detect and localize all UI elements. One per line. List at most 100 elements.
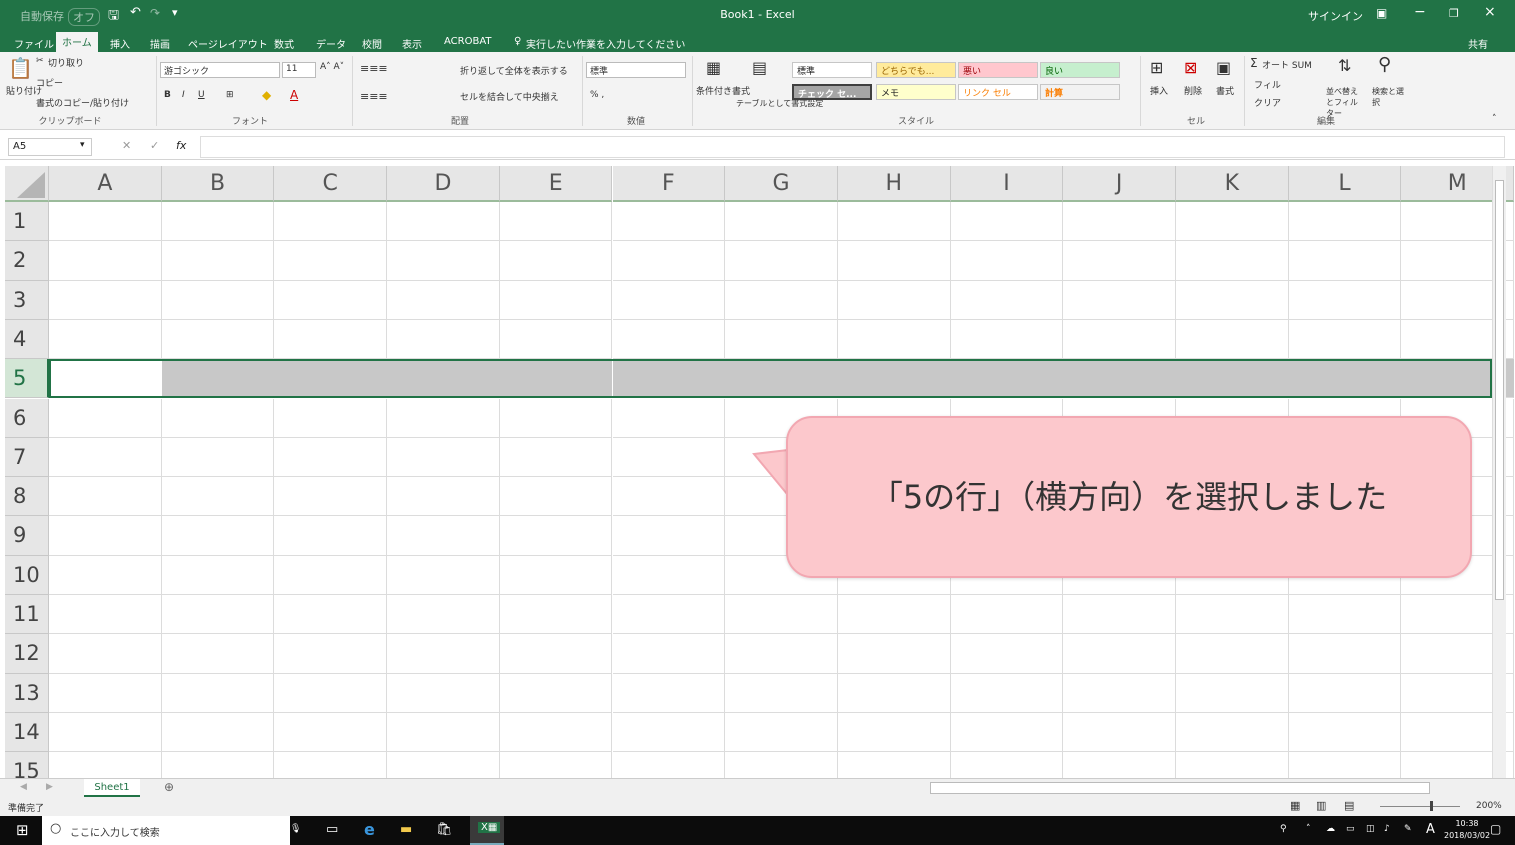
cell-g3[interactable] — [725, 280, 838, 320]
cell-j15[interactable] — [1063, 752, 1176, 778]
cell-e10[interactable] — [499, 555, 613, 595]
microphone-icon[interactable]: 🎙 — [290, 824, 301, 834]
cell-h14[interactable] — [837, 712, 951, 753]
row-header-12[interactable]: 12 — [5, 634, 49, 674]
cell-i13[interactable] — [950, 673, 1064, 713]
delete-cells-button[interactable]: 削除 — [1184, 84, 1202, 97]
cell-a1[interactable] — [49, 202, 162, 242]
cancel-icon[interactable]: ✕ — [122, 139, 131, 152]
cell-k14[interactable] — [1176, 712, 1289, 753]
row-header-11[interactable]: 11 — [5, 595, 49, 635]
cell-l12[interactable] — [1288, 634, 1402, 674]
cell-a15[interactable] — [49, 752, 162, 778]
cell-l1[interactable] — [1288, 202, 1402, 242]
sheet-tab-sheet1[interactable]: Sheet1 — [84, 779, 140, 797]
cell-e9[interactable] — [499, 516, 613, 556]
formula-input[interactable] — [200, 136, 1505, 158]
cell-f14[interactable] — [612, 712, 726, 753]
conditional-format-icon[interactable]: ▦ — [706, 58, 721, 77]
cell-a3[interactable] — [49, 280, 162, 320]
clock-date[interactable]: 2018/03/02 — [1444, 831, 1490, 840]
select-all-button[interactable] — [5, 166, 49, 202]
cell-d15[interactable] — [387, 752, 500, 778]
onedrive-icon[interactable]: ☁ — [1326, 824, 1335, 834]
cell-e14[interactable] — [499, 712, 613, 753]
cell-b9[interactable] — [161, 516, 275, 556]
bold-icon[interactable]: B — [164, 90, 171, 100]
cell-l14[interactable] — [1288, 712, 1402, 753]
font-size-box[interactable]: 11 — [282, 62, 316, 78]
cell-g15[interactable] — [725, 752, 838, 778]
column-header-g[interactable]: G — [725, 166, 838, 202]
tray-chevron-icon[interactable]: ˄ — [1306, 824, 1311, 834]
cell-d3[interactable] — [387, 280, 500, 320]
cell-k15[interactable] — [1176, 752, 1289, 778]
align-top-icon[interactable]: ≡≡≡ — [360, 62, 388, 75]
cell-f10[interactable] — [612, 555, 726, 595]
cell-c9[interactable] — [274, 516, 388, 556]
fill-color-icon[interactable]: ◆ — [262, 88, 271, 102]
sort-filter-icon[interactable]: ⇅ — [1338, 56, 1351, 75]
cell-g1[interactable] — [725, 202, 838, 242]
style-linked-cell[interactable]: リンク セル — [958, 84, 1038, 100]
battery-icon[interactable]: ▭ — [1346, 824, 1355, 834]
cell-l3[interactable] — [1288, 280, 1402, 320]
cell-e6[interactable] — [499, 398, 613, 438]
format-painter-button[interactable]: 書式のコピー/貼り付け — [36, 96, 129, 109]
cell-e3[interactable] — [499, 280, 613, 320]
cell-l5[interactable] — [1288, 359, 1402, 399]
tab-acrobat[interactable]: ACROBAT — [438, 34, 498, 52]
cell-a8[interactable] — [49, 477, 162, 517]
cell-e11[interactable] — [499, 595, 613, 635]
row-header-15[interactable]: 15 — [5, 752, 49, 778]
cell-a14[interactable] — [49, 712, 162, 753]
style-check-cell[interactable]: チェック セ... — [792, 84, 872, 100]
cell-e15[interactable] — [500, 752, 613, 778]
cell-i12[interactable] — [950, 634, 1064, 674]
cell-e5[interactable] — [499, 359, 613, 399]
cell-b3[interactable] — [161, 280, 275, 320]
windows-start-icon[interactable]: ⊞ — [16, 821, 29, 839]
tab-home[interactable]: ホーム — [56, 32, 98, 52]
cell-f11[interactable] — [612, 595, 726, 635]
cell-j3[interactable] — [1063, 280, 1176, 320]
find-select-button[interactable]: 検索と選択 — [1372, 86, 1406, 108]
cell-a11[interactable] — [49, 595, 162, 635]
enter-icon[interactable]: ✓ — [150, 139, 159, 152]
cell-c15[interactable] — [274, 752, 388, 778]
cell-j12[interactable] — [1063, 634, 1176, 674]
cell-j11[interactable] — [1063, 595, 1176, 635]
restore-icon[interactable]: ❐ — [1449, 7, 1459, 20]
zoom-slider[interactable] — [1380, 806, 1460, 807]
row-header-10[interactable]: 10 — [5, 555, 49, 595]
tab-file[interactable]: ファイル — [8, 34, 60, 52]
cell-b5[interactable] — [161, 359, 275, 399]
font-color-icon[interactable]: A — [290, 88, 298, 102]
cell-k13[interactable] — [1176, 673, 1289, 713]
search-icon[interactable]: ⚲ — [1378, 54, 1391, 75]
cell-g2[interactable] — [725, 241, 838, 281]
cell-k1[interactable] — [1176, 202, 1289, 242]
cell-j13[interactable] — [1063, 673, 1176, 713]
cell-i15[interactable] — [951, 752, 1064, 778]
tab-insert[interactable]: 挿入 — [104, 34, 136, 52]
cell-c10[interactable] — [274, 555, 388, 595]
cell-f9[interactable] — [612, 516, 726, 556]
cell-h13[interactable] — [837, 673, 951, 713]
cell-g13[interactable] — [725, 673, 838, 713]
cell-e8[interactable] — [499, 477, 613, 517]
font-name-box[interactable]: 游ゴシック — [160, 62, 280, 78]
cell-e13[interactable] — [499, 673, 613, 713]
page-break-view-icon[interactable]: ▤ — [1344, 799, 1354, 812]
row-header-4[interactable]: 4 — [5, 319, 49, 360]
fill-button[interactable]: フィル — [1254, 78, 1281, 91]
next-sheet-icon[interactable]: ▶ — [46, 782, 53, 792]
cell-l13[interactable] — [1288, 673, 1402, 713]
cell-e4[interactable] — [499, 319, 613, 360]
cell-j5[interactable] — [1063, 359, 1176, 399]
cell-d6[interactable] — [387, 398, 500, 438]
clear-button[interactable]: クリア — [1254, 96, 1281, 109]
close-icon[interactable]: × — [1484, 4, 1496, 20]
column-header-b[interactable]: B — [161, 166, 275, 202]
cell-j1[interactable] — [1063, 202, 1176, 242]
